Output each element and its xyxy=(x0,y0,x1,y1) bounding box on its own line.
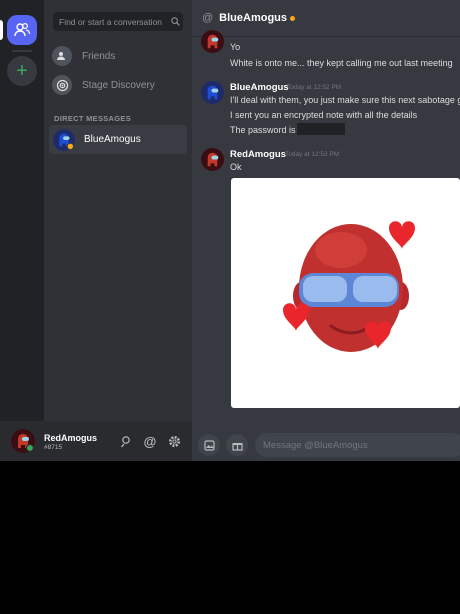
avatar[interactable] xyxy=(11,429,35,453)
message-composer: Message @BlueAmogus xyxy=(192,425,460,461)
idle-status-icon xyxy=(290,15,296,21)
avatar xyxy=(53,128,75,151)
message-timestamp: Today at 12:52 PM xyxy=(287,84,342,91)
add-server-button[interactable]: + xyxy=(7,56,37,86)
upload-button[interactable] xyxy=(198,434,220,456)
nav-stage-label: Stage Discovery xyxy=(82,79,155,91)
dm-item-blueamogus[interactable]: BlueAmogus xyxy=(49,125,187,154)
message-text: Yo xyxy=(230,42,241,52)
memoji-sunglasses-hearts-image xyxy=(283,221,415,352)
message-text: The password is xyxy=(230,125,296,135)
mic-button[interactable] xyxy=(118,433,134,449)
redacted-password xyxy=(297,123,345,135)
message-text: I'll deal with them, you just make sure … xyxy=(230,95,460,105)
dm-section-header: DIRECT MESSAGES xyxy=(54,114,132,123)
nav-friends[interactable]: Friends xyxy=(50,43,187,69)
at-icon: @ xyxy=(202,12,214,24)
avatar[interactable] xyxy=(201,81,224,104)
friends-icon xyxy=(52,46,72,66)
at-icon: @ xyxy=(143,433,157,449)
settings-button[interactable] xyxy=(166,433,182,449)
search-input[interactable]: Find or start a conversation xyxy=(53,12,183,31)
gift-icon xyxy=(231,442,243,451)
plus-icon: + xyxy=(16,60,28,82)
mentions-button[interactable]: @ xyxy=(142,433,158,449)
search-placeholder: Find or start a conversation xyxy=(59,16,162,27)
message-text: I sent you an encrypted note with all th… xyxy=(230,110,418,120)
selected-pill xyxy=(0,20,3,40)
stage-icon xyxy=(52,75,72,95)
user-search-icon xyxy=(120,435,130,447)
friends-icon xyxy=(14,22,31,37)
nav-friends-label: Friends xyxy=(82,50,116,62)
rail-divider xyxy=(12,50,32,52)
message-text: White is onto me... they kept calling me… xyxy=(230,58,453,68)
channel-title: BlueAmogus xyxy=(219,12,288,24)
message-timestamp: Today at 12:53 PM xyxy=(285,151,340,158)
chat-header: @ BlueAmogus xyxy=(192,0,460,37)
gift-button[interactable] xyxy=(226,434,248,456)
dm-sidebar: Find or start a conversation Friends Sta… xyxy=(44,0,192,421)
server-rail: + xyxy=(0,0,44,461)
search-icon xyxy=(167,17,183,26)
image-icon xyxy=(203,439,215,451)
message-author[interactable]: RedAmogus xyxy=(230,149,286,160)
message-author[interactable]: BlueAmogus xyxy=(230,82,289,93)
message-input[interactable]: Message @BlueAmogus xyxy=(255,433,460,457)
gear-icon xyxy=(168,435,180,447)
avatar[interactable] xyxy=(201,30,224,53)
dm-item-name: BlueAmogus xyxy=(84,134,141,145)
message-input-placeholder: Message @BlueAmogus xyxy=(263,439,368,451)
blank-area xyxy=(0,461,460,614)
home-button[interactable] xyxy=(7,15,37,45)
user-tag: #8715 xyxy=(44,444,63,451)
username: RedAmogus xyxy=(44,433,98,443)
discord-app: + Find or start a conversation Friends S… xyxy=(0,0,460,461)
avatar[interactable] xyxy=(201,148,224,171)
nav-stage-discovery[interactable]: Stage Discovery xyxy=(50,72,187,98)
message-text: Ok xyxy=(230,162,242,172)
image-attachment[interactable] xyxy=(231,178,460,408)
